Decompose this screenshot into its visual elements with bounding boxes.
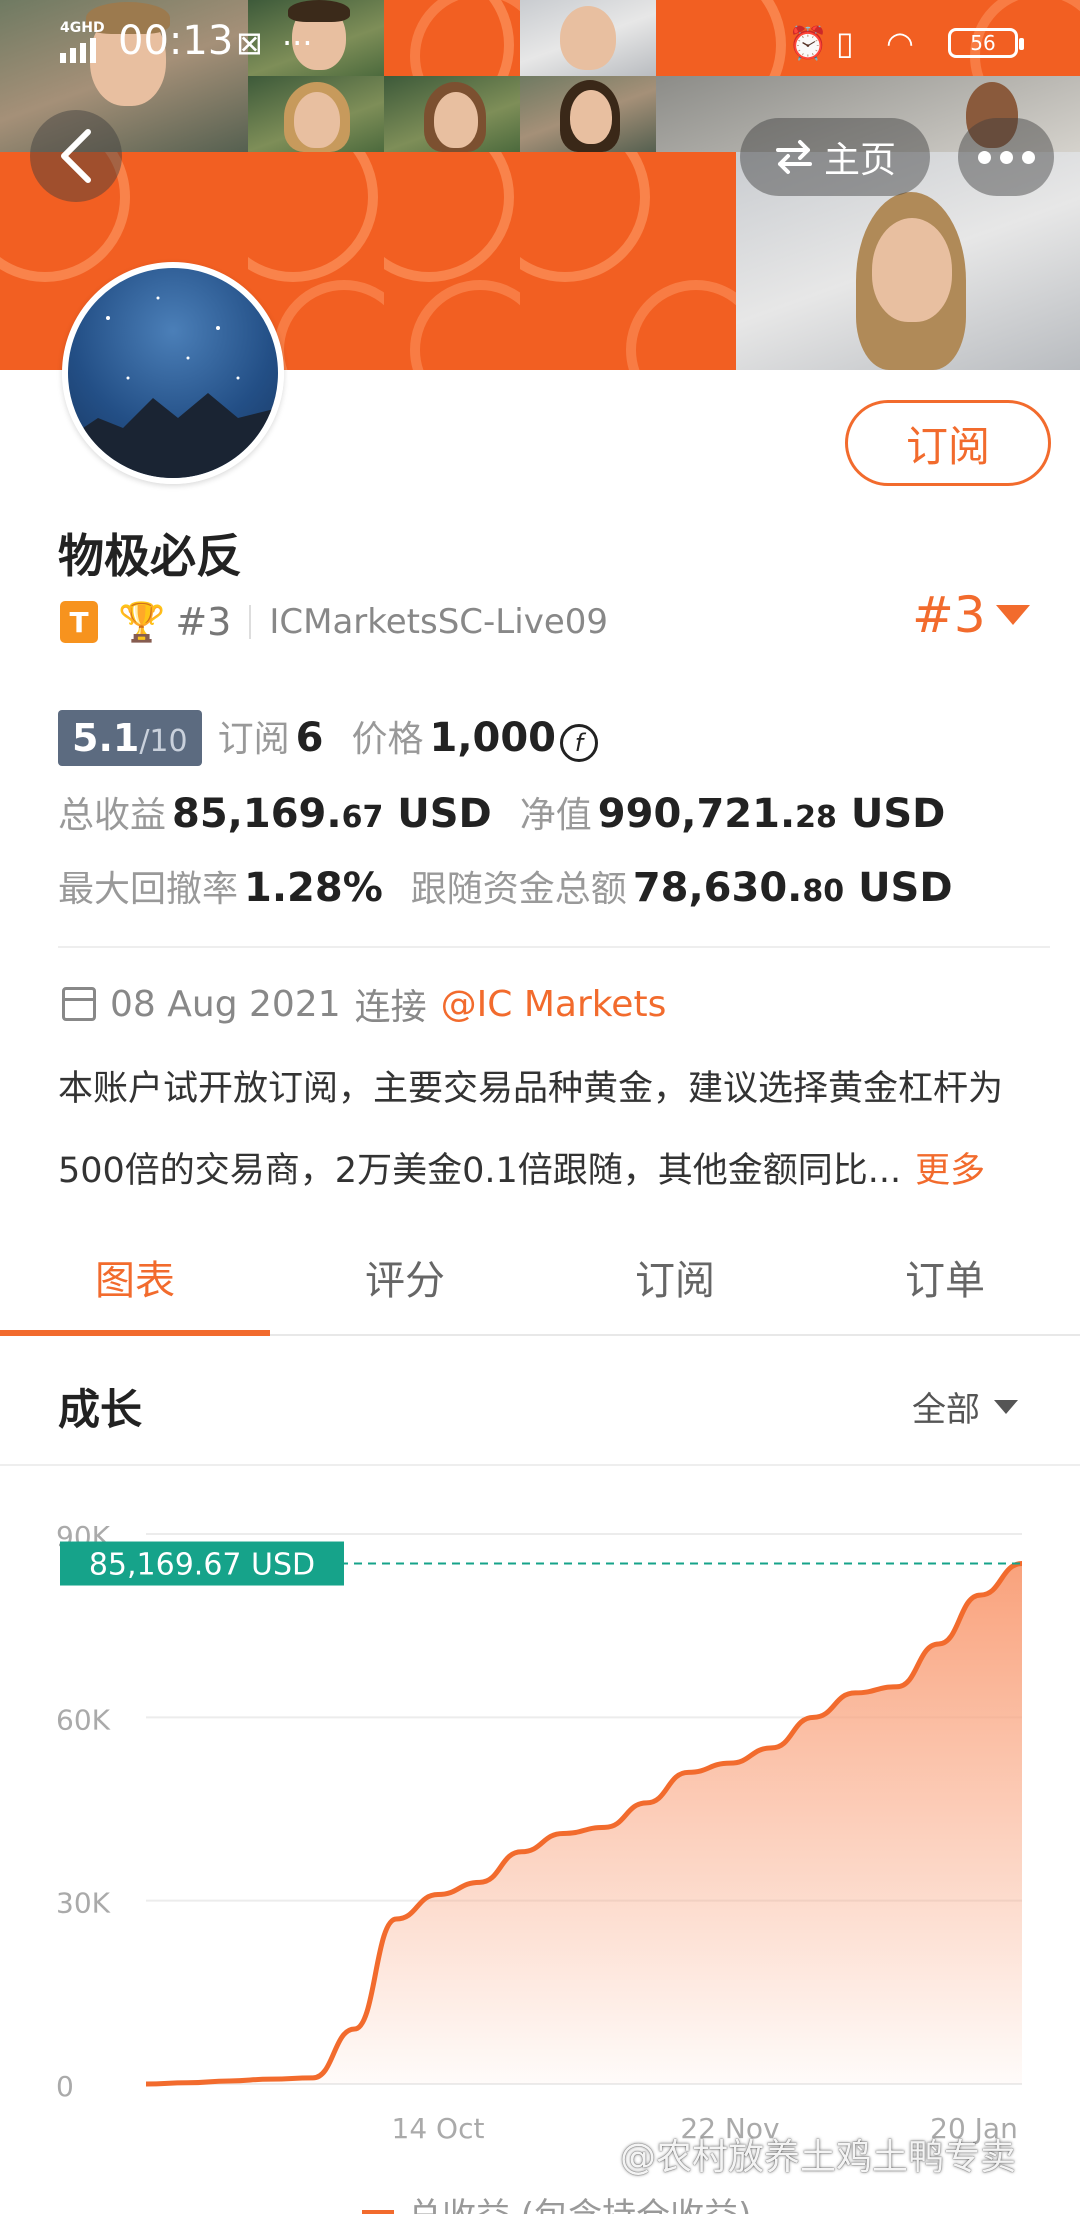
home-label: 主页 (823, 140, 896, 181)
description-line-2-text: 500倍的交易商，2万美金0.1倍跟随，其他金额同比... (58, 1151, 902, 1191)
range-filter-label: 全部 (912, 1390, 980, 1430)
follow-funds-dec: 80 (802, 874, 845, 909)
chevron-left-icon (61, 129, 91, 183)
x-tick-label: 14 Oct (392, 2112, 485, 2145)
total-profit-dec: 67 (341, 800, 384, 835)
follow-funds-value: 78,630.80 USD (633, 865, 953, 911)
total-profit-unit: USD (397, 791, 492, 837)
chart-legend: 总收益 (包含持仓收益) (362, 2188, 751, 2214)
more-notifications-icon: ··· (282, 24, 313, 62)
subscribe-button[interactable]: 订阅 (845, 400, 1051, 486)
net-value-value: 990,721.28 USD (598, 791, 946, 837)
rank-dropdown[interactable]: #3 (912, 586, 1030, 644)
avatar[interactable] (62, 262, 284, 484)
tab-chart[interactable]: 图表 (0, 1220, 270, 1336)
legend-label: 总收益 (包含持仓收益) (408, 2188, 751, 2214)
tab-subscriptions[interactable]: 订阅 (540, 1220, 810, 1334)
caret-down-icon (994, 1399, 1018, 1414)
total-profit-value: 85,169.67 USD (172, 791, 492, 837)
follow-funds-unit: USD (858, 865, 953, 911)
vibrate-icon: ▯ (836, 24, 854, 62)
more-dot-icon (977, 150, 991, 164)
max-drawdown-label: 最大回撤率 (58, 869, 239, 910)
stats-row-3: 最大回撤率 1.28% 跟随资金总额 78,630.80 USD (58, 860, 1048, 912)
growth-chart-svg: 90K60K30K014 Oct 22 Nov 20 Jan85,169.67 US… (56, 1520, 1023, 2145)
calendar-icon (62, 987, 96, 1021)
cover-photo (520, 76, 656, 152)
back-button[interactable] (30, 110, 122, 202)
connection-row: 08 Aug 2021 连接 @IC Markets (62, 978, 666, 1030)
alarm-icon: ⏰ (788, 24, 828, 62)
more-dot-icon (999, 150, 1013, 164)
more-dot-icon (1021, 150, 1035, 164)
more-options-button[interactable] (958, 118, 1054, 196)
divider (249, 605, 252, 639)
tab-ratings[interactable]: 评分 (270, 1220, 540, 1334)
description-line-1: 本账户试开放订阅，主要交易品种黄金，建议选择黄金杠杆为 (58, 1069, 1004, 1109)
trophy-icon: 🏆 (118, 599, 166, 644)
description: 本账户试开放订阅，主要交易品种黄金，建议选择黄金杠杆为 500倍的交易商，2万美… (58, 1048, 1048, 1212)
price-value: 1,000 (429, 715, 557, 761)
divider (58, 946, 1050, 948)
watermark: @农村放养土鸡土鸭专卖 (620, 2137, 1017, 2178)
net-value-unit: USD (850, 791, 946, 837)
legend-swatch (362, 2209, 394, 2214)
total-profit-label: 总收益 (58, 795, 167, 836)
growth-chart: 90K 60K 30K 0 14 Oct 22 Nov 20 Jan 85,169.67 US… (0, 1468, 1080, 2214)
rank-big: #3 (912, 586, 986, 644)
connect-date: 08 Aug 2021 (110, 983, 341, 1025)
subscribers-value: 6 (295, 715, 324, 761)
net-value-dec: 28 (795, 800, 837, 835)
signal-icon (60, 38, 96, 63)
section-title: 成长 (58, 1385, 143, 1434)
subscribers-label: 订阅 (217, 719, 290, 760)
net-value-int: 990,721. (597, 791, 796, 837)
coin-icon: f (560, 724, 599, 762)
price-label: 价格 (351, 719, 424, 760)
total-profit-int: 85,169. (172, 791, 342, 837)
score-max: /10 (139, 724, 188, 759)
avatar-image (68, 296, 278, 478)
cover-photo (384, 76, 520, 152)
follow-funds-label: 跟随资金总额 (410, 869, 627, 910)
network-label: 4GHD (60, 20, 105, 36)
tab-orders[interactable]: 订单 (810, 1220, 1080, 1334)
app-notification-icon: ⊠ (236, 24, 263, 62)
max-drawdown-value: 1.28% (244, 865, 383, 911)
battery-icon: 56 (948, 28, 1024, 58)
last-value-label: 85,169.67 USD (89, 1548, 315, 1583)
trader-level-badge: T (60, 601, 98, 643)
follow-funds-int: 78,630. (632, 865, 803, 911)
y-tick-label: 60K (56, 1703, 111, 1736)
badge-row: T 🏆 #3 ICMarketsSC-Live09 (60, 596, 608, 648)
range-filter-dropdown[interactable]: 全部 (912, 1382, 1018, 1431)
status-bar: 4GHD 00:13 ⊠ ··· ⏰ ▯ ◠ 56 (0, 0, 1080, 84)
y-tick-label: 30K (56, 1887, 111, 1920)
connect-word: 连接 (354, 987, 427, 1028)
rank-small: #3 (175, 600, 232, 644)
more-link[interactable]: 更多 (915, 1151, 985, 1191)
profile-page: 4GHD 00:13 ⊠ ··· ⏰ ▯ ◠ 56 主页 订阅 物极必反 T 🏆… (0, 0, 1080, 2214)
trader-name: 物极必反 (58, 529, 242, 583)
wifi-icon: ◠ (886, 24, 914, 62)
description-line-2: 500倍的交易商，2万美金0.1倍跟随，其他金额同比... 更多 (58, 1130, 1048, 1212)
broker-link[interactable]: @IC Markets (441, 984, 667, 1025)
clock: 00:13 (118, 18, 234, 64)
cover-photo (248, 76, 384, 152)
stats-row-1: 5.1 /10 订阅 6 价格 1,000 f (58, 710, 1048, 766)
swap-icon (775, 140, 812, 174)
server-name: ICMarketsSC-Live09 (269, 602, 608, 642)
y-tick-label: 0 (56, 2070, 74, 2103)
stats-row-2: 总收益 85,169.67 USD 净值 990,721.28 USD (58, 786, 1048, 838)
series-area (146, 1563, 1022, 2084)
tab-bar: 图表 评分 订阅 订单 (0, 1220, 1080, 1336)
growth-section-header: 成长 全部 (0, 1338, 1080, 1466)
score-badge: 5.1 /10 (58, 710, 202, 766)
home-button[interactable]: 主页 (740, 118, 930, 196)
score-value: 5.1 (72, 716, 140, 760)
caret-down-icon (995, 605, 1030, 625)
net-value-label: 净值 (519, 795, 592, 836)
